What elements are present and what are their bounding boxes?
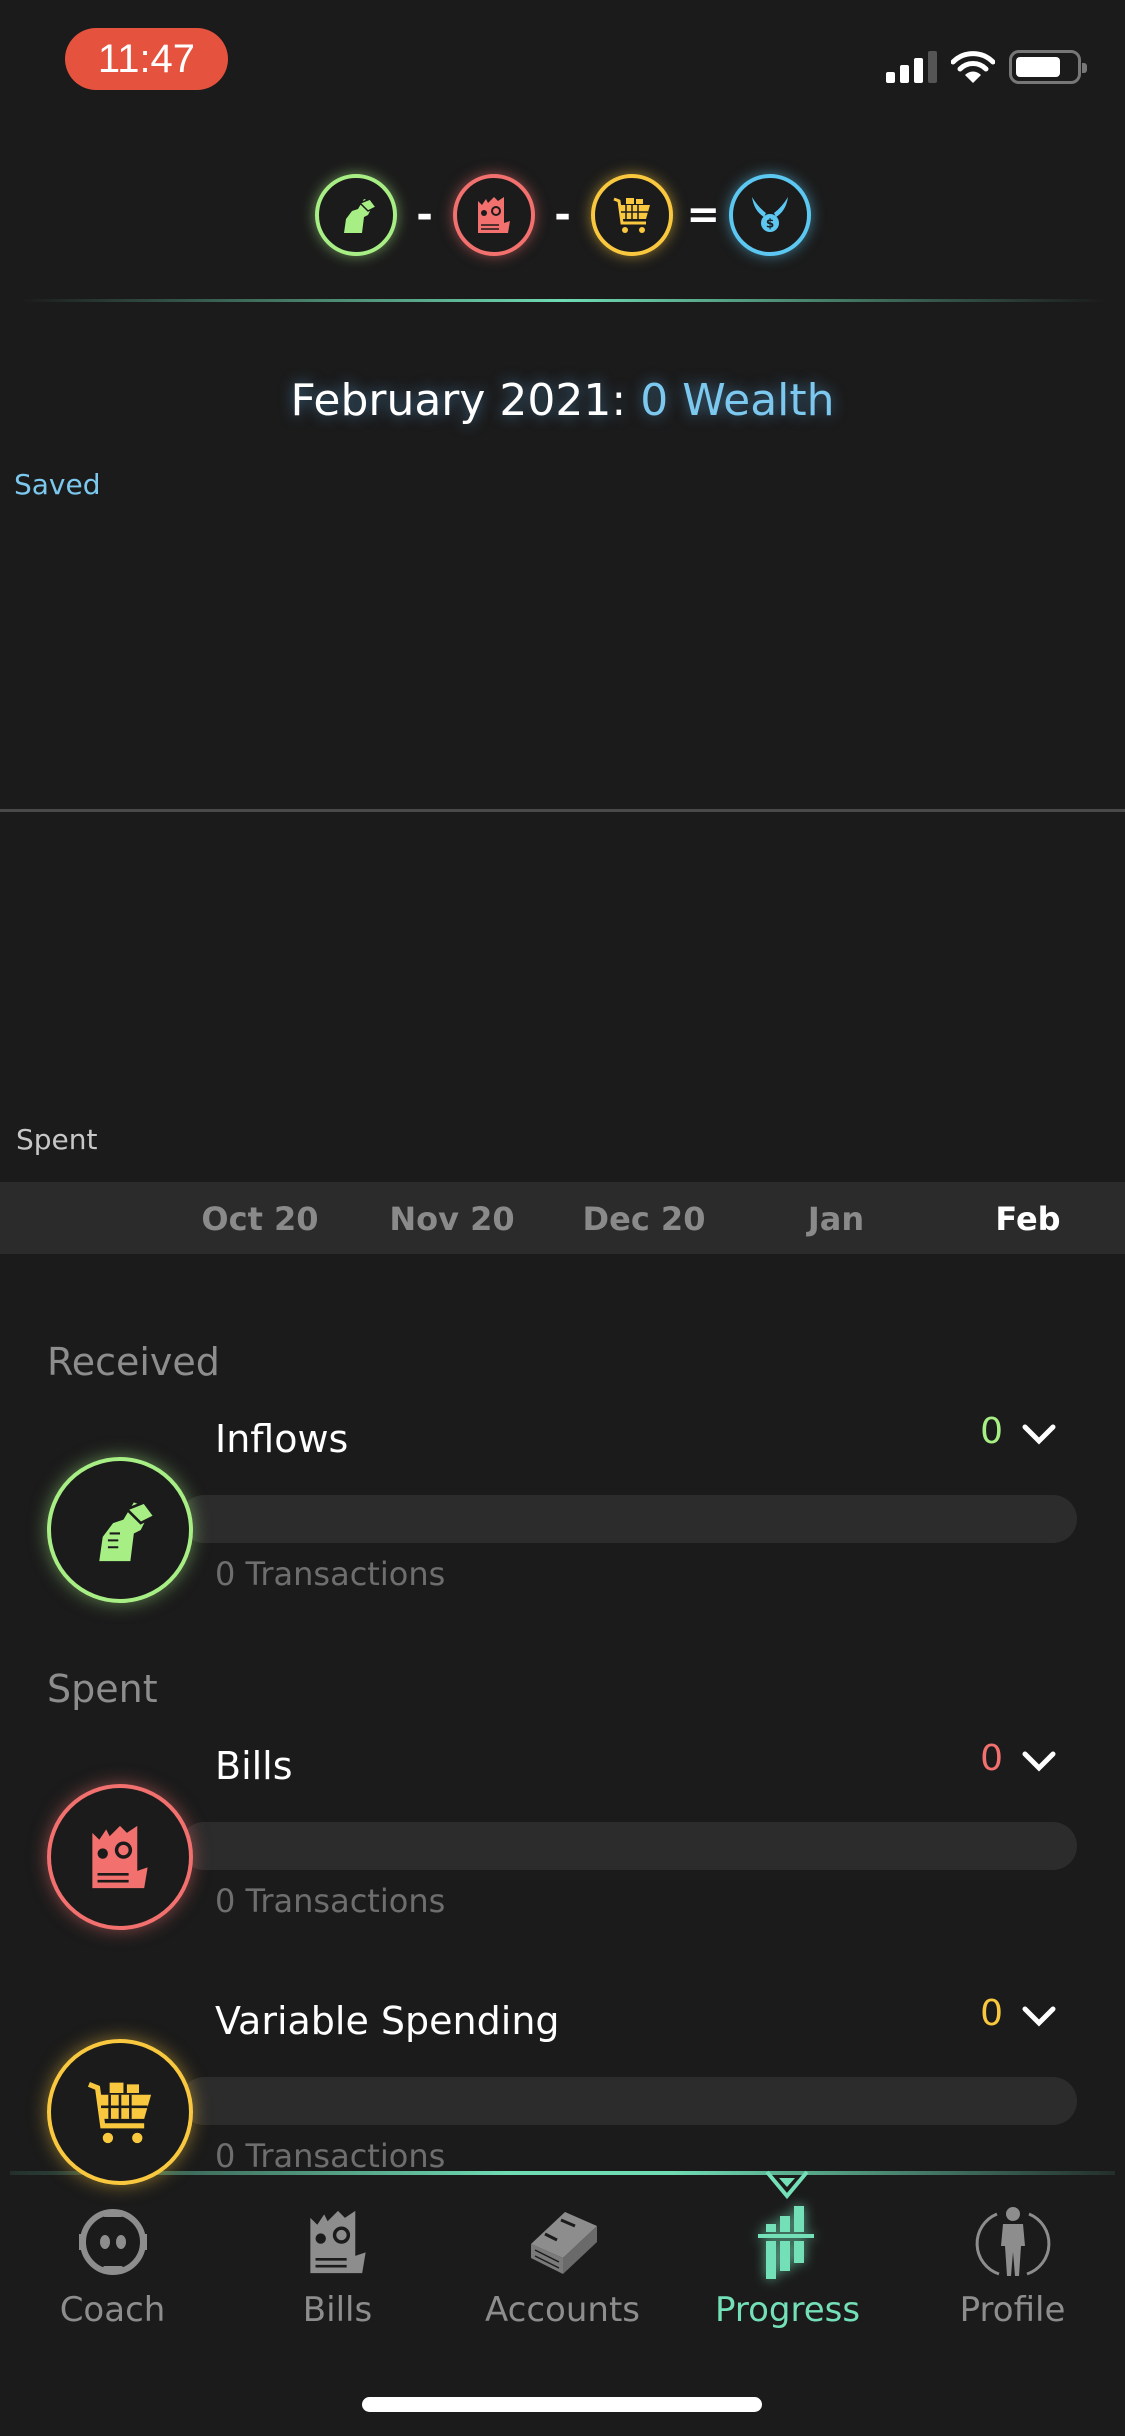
variable-spending-category-icon (47, 2039, 193, 2185)
received-section-header: Received (47, 1340, 220, 1384)
time-text: 11:47 (97, 36, 196, 81)
nav-label-coach: Coach (59, 2290, 166, 2330)
bottom-nav: Coach Bills Accounts Progress Profile (0, 2190, 1125, 2330)
category-row-bills[interactable]: Bills 0 0 Transactions (0, 1738, 1125, 1944)
money-fist-icon (343, 198, 377, 233)
category-transactions: 0 Transactions (215, 1882, 446, 1920)
nav-label-bills: Bills (302, 2290, 373, 2330)
shopping-cart-icon (87, 2081, 152, 2144)
robot-helmet-icon (78, 2209, 147, 2275)
equals-operator: = (686, 192, 721, 238)
wifi-icon (951, 51, 995, 83)
month-tab-jan[interactable]: Jan (808, 1200, 864, 1238)
status-time: 11:47 (65, 28, 228, 90)
inflows-category-icon (47, 1457, 193, 1603)
status-icons (886, 50, 1087, 84)
winged-coin-icon: $ (751, 197, 788, 232)
month-tab-oct-20[interactable]: Oct 20 (201, 1200, 318, 1238)
svg-text:$: $ (765, 217, 773, 231)
category-amount: 0 (980, 1993, 1003, 2034)
nav-label-profile: Profile (959, 2290, 1066, 2330)
category-amount: 0 (980, 1411, 1003, 1452)
month-tab-nov-20[interactable]: Nov 20 (389, 1200, 514, 1238)
nav-tab-accounts[interactable]: Accounts (450, 2190, 675, 2330)
money-fist-icon (99, 1500, 157, 1562)
minus-operator: - (416, 192, 433, 238)
spent-section-header: Spent (47, 1667, 158, 1711)
nav-label-progress: Progress (714, 2290, 861, 2330)
title-month: February 2021: (290, 375, 641, 426)
formula-bills[interactable] (452, 174, 535, 256)
person-icon (975, 2207, 1050, 2276)
home-indicator[interactable] (362, 2397, 762, 2412)
bill-receipt-icon (477, 197, 510, 233)
nav-tab-profile[interactable]: Profile (900, 2190, 1125, 2330)
page-title: February 2021: 0 Wealth (0, 375, 1125, 426)
category-transactions: 0 Transactions (215, 1555, 446, 1593)
month-tab-feb[interactable]: Feb (995, 1200, 1060, 1238)
chevron-down-icon[interactable] (1019, 1415, 1059, 1455)
bill-receipt-icon (92, 1825, 148, 1889)
wealth-formula: - - = $ (0, 174, 1125, 256)
category-name: Variable Spending (215, 1999, 560, 2043)
month-selector: Oct 20 Nov 20 Dec 20 Jan Feb (0, 1182, 1125, 1254)
saved-spent-chart[interactable] (0, 490, 1125, 1180)
nav-tab-coach[interactable]: Coach (0, 2190, 225, 2330)
category-amount: 0 (980, 1738, 1003, 1779)
chevron-down-icon[interactable] (1019, 1742, 1059, 1782)
category-row-inflows[interactable]: Inflows 0 0 Transactions (0, 1411, 1125, 1617)
nav-tab-bills[interactable]: Bills (225, 2190, 450, 2330)
formula-inflows[interactable] (314, 174, 397, 256)
nav-divider (10, 2171, 1115, 2175)
category-name: Inflows (215, 1417, 349, 1461)
nav-label-accounts: Accounts (485, 2290, 640, 2330)
category-transactions: 0 Transactions (215, 2137, 446, 2175)
formula-variable-spending[interactable] (590, 174, 673, 256)
chart-spent-label: Spent (16, 1123, 98, 1156)
formula-wealth[interactable]: $ (728, 174, 811, 256)
month-tab-dec-20[interactable]: Dec 20 (583, 1200, 706, 1238)
cellular-signal-icon (886, 51, 937, 83)
category-progress-bar (180, 1822, 1077, 1870)
header-divider (20, 299, 1105, 302)
cash-stack-icon (530, 2212, 597, 2274)
category-progress-bar (180, 1495, 1077, 1543)
title-wealth-value: 0 Wealth (640, 375, 835, 426)
nav-tab-progress[interactable]: Progress (675, 2190, 900, 2330)
category-name: Bills (215, 1744, 293, 1788)
progress-bars-icon (757, 2206, 814, 2279)
bill-receipt-icon (309, 2210, 366, 2274)
category-progress-bar (180, 2077, 1077, 2125)
shopping-cart-icon (612, 197, 650, 233)
category-row-variable-spending[interactable]: Variable Spending 0 0 Transactions (0, 1993, 1125, 2199)
bills-category-icon (47, 1784, 193, 1930)
minus-operator: - (554, 192, 571, 238)
chevron-down-icon[interactable] (1019, 1997, 1059, 2037)
battery-icon (1009, 50, 1087, 84)
